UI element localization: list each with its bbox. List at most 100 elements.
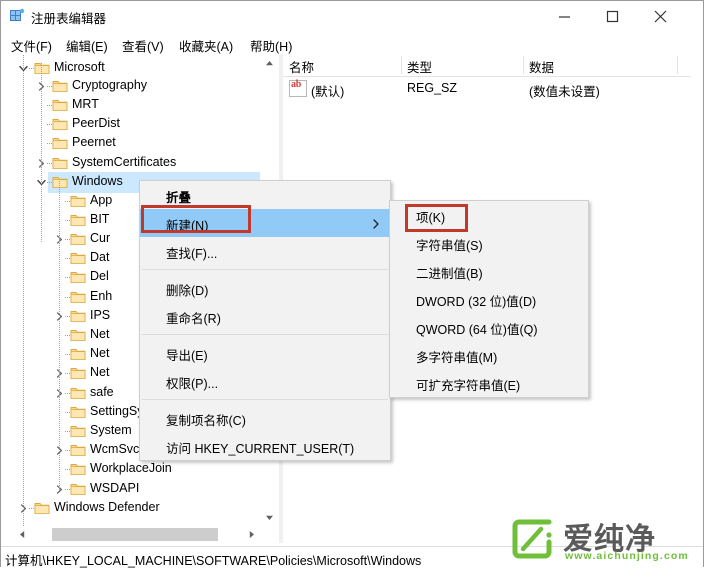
tree-connector (65, 393, 71, 394)
tree-item-label: System (90, 423, 132, 437)
tree-connector (65, 489, 71, 490)
scroll-up-arrow[interactable] (261, 55, 278, 72)
scroll-right-arrow[interactable] (243, 526, 260, 543)
submenu-item-label: 字符串值(S) (416, 239, 483, 253)
context-menu-item-6[interactable]: 权限(P)... (140, 367, 390, 395)
column-header-data[interactable]: 数据 (529, 57, 554, 76)
registry-editor-window: 注册表编辑器 文件(F) 编辑(E) 查看(V) 收藏夹(A) 帮助(H) Mi… (0, 0, 704, 568)
tree-connector (65, 373, 71, 374)
submenu-item-4[interactable]: QWORD (64 位)值(Q) (390, 313, 588, 341)
submenu-item-6[interactable]: 可扩充字符串值(E) (390, 369, 588, 397)
tree-item-label: safe (90, 385, 114, 399)
tree-connector (65, 297, 71, 298)
folder-icon (70, 290, 86, 304)
tree-connector (65, 335, 71, 336)
tree-item-label: Dat (90, 250, 110, 264)
tree-horizontal-scrollbar[interactable] (14, 526, 277, 543)
column-header-name[interactable]: 名称 (289, 57, 314, 76)
tree-item-windows-defender[interactable]: Windows Defender (14, 498, 260, 519)
tree-item-label: Net (90, 365, 110, 379)
menu-bar: 文件(F) 编辑(E) 查看(V) 收藏夹(A) 帮助(H) (1, 32, 703, 54)
annotation-box-key (405, 204, 468, 232)
menu-favorites[interactable]: 收藏夹(A) (177, 35, 235, 56)
tree-item-workplacejoin[interactable]: WorkplaceJoin (14, 459, 260, 480)
menu-help[interactable]: 帮助(H) (248, 35, 294, 56)
column-divider-name[interactable] (401, 56, 402, 74)
tree-connector (65, 277, 71, 278)
maximize-button[interactable] (589, 1, 635, 32)
context-menu-item-4[interactable]: 重命名(R) (140, 302, 390, 330)
tree-connector (47, 163, 53, 164)
menu-view[interactable]: 查看(V) (120, 35, 166, 56)
submenu-item-3[interactable]: DWORD (32 位)值(D) (390, 285, 588, 313)
tree-item-label: App (90, 193, 113, 207)
tree-item-label: Cur (90, 231, 111, 245)
status-path: 计算机\HKEY_LOCAL_MACHINE\SOFTWARE\Policies… (5, 554, 422, 568)
context-menu-item-3[interactable]: 删除(D) (140, 274, 390, 302)
tree-connector (65, 412, 71, 413)
folder-icon (34, 61, 50, 75)
tree-connector (65, 450, 71, 451)
tree-scroll-thumb[interactable] (52, 528, 218, 541)
tree-connector (65, 469, 71, 470)
tree-connector (29, 68, 35, 69)
tree-guide-line (41, 183, 42, 243)
table-row[interactable]: ab (默认) REG_SZ (数值未设置) (283, 78, 691, 99)
context-menu-item-8[interactable]: 访问 HKEY_CURRENT_USER(T) (140, 432, 390, 460)
context-menu-item-7[interactable]: 复制项名称(C) (140, 404, 390, 432)
menu-file[interactable]: 文件(F) (9, 35, 54, 56)
folder-icon (52, 79, 68, 93)
tree-item-label: SystemCertificates (72, 155, 177, 169)
submenu-item-label: DWORD (32 位)值(D) (416, 295, 537, 309)
tree-item-label: WSDAPI (90, 481, 140, 495)
tree-item-label: WcmSvc (90, 442, 140, 456)
column-header-type[interactable]: 类型 (407, 57, 432, 76)
folder-icon (70, 251, 86, 265)
tree-connector (65, 239, 71, 240)
tree-guide-line (41, 63, 42, 183)
folder-icon (52, 175, 68, 189)
tree-item-label: Windows (72, 174, 123, 188)
submenu-item-5[interactable]: 多字符串值(M) (390, 341, 588, 369)
tree-item-label: IPS (90, 308, 111, 322)
context-menu-item-2[interactable]: 查找(F)... (140, 237, 390, 265)
context-menu-item-label: 复制项名称(C) (166, 414, 246, 428)
tree-item-label: BIT (90, 212, 110, 226)
folder-icon (52, 98, 68, 112)
column-divider-type[interactable] (523, 56, 524, 74)
tree-item-label: Del (90, 269, 109, 283)
watermark: 爱纯净 www.aichunjing.com (509, 514, 701, 566)
context-menu-item-5[interactable]: 导出(E) (140, 339, 390, 367)
folder-icon (70, 213, 86, 227)
submenu-item-2[interactable]: 二进制值(B) (390, 257, 588, 285)
scroll-down-arrow[interactable] (261, 509, 278, 526)
folder-icon (70, 347, 86, 361)
close-button[interactable] (637, 1, 683, 32)
tree-connector (65, 258, 71, 259)
scroll-left-arrow[interactable] (14, 526, 31, 543)
folder-icon (52, 117, 68, 131)
folder-icon (52, 136, 68, 150)
folder-icon (70, 232, 86, 246)
tree-item-wsdapi[interactable]: WSDAPI (14, 479, 260, 500)
menu-edit[interactable]: 编辑(E) (64, 35, 110, 56)
values-header: 名称 类型 数据 (283, 54, 691, 77)
submenu-item-label: 多字符串值(M) (416, 351, 498, 365)
minimize-button[interactable] (541, 1, 587, 32)
tree-item-label: Microsoft (54, 60, 105, 74)
submenu-item-label: 二进制值(B) (416, 267, 483, 281)
submenu-item-label: QWORD (64 位)值(Q) (416, 323, 538, 337)
tree-connector (65, 431, 71, 432)
folder-icon (70, 366, 86, 380)
tree-connector (47, 105, 53, 106)
tree-connector (47, 182, 53, 183)
column-divider-data[interactable] (677, 56, 678, 74)
context-menu-item-label: 访问 HKEY_CURRENT_USER(T) (166, 442, 355, 456)
aichunjing-logo-icon (509, 516, 555, 562)
tree-item-label: WorkplaceJoin (90, 461, 172, 475)
tree-connector (65, 201, 71, 202)
annotation-box-new (141, 205, 251, 233)
folder-icon (70, 405, 86, 419)
string-value-icon: ab (289, 79, 307, 97)
submenu-item-1[interactable]: 字符串值(S) (390, 229, 588, 257)
